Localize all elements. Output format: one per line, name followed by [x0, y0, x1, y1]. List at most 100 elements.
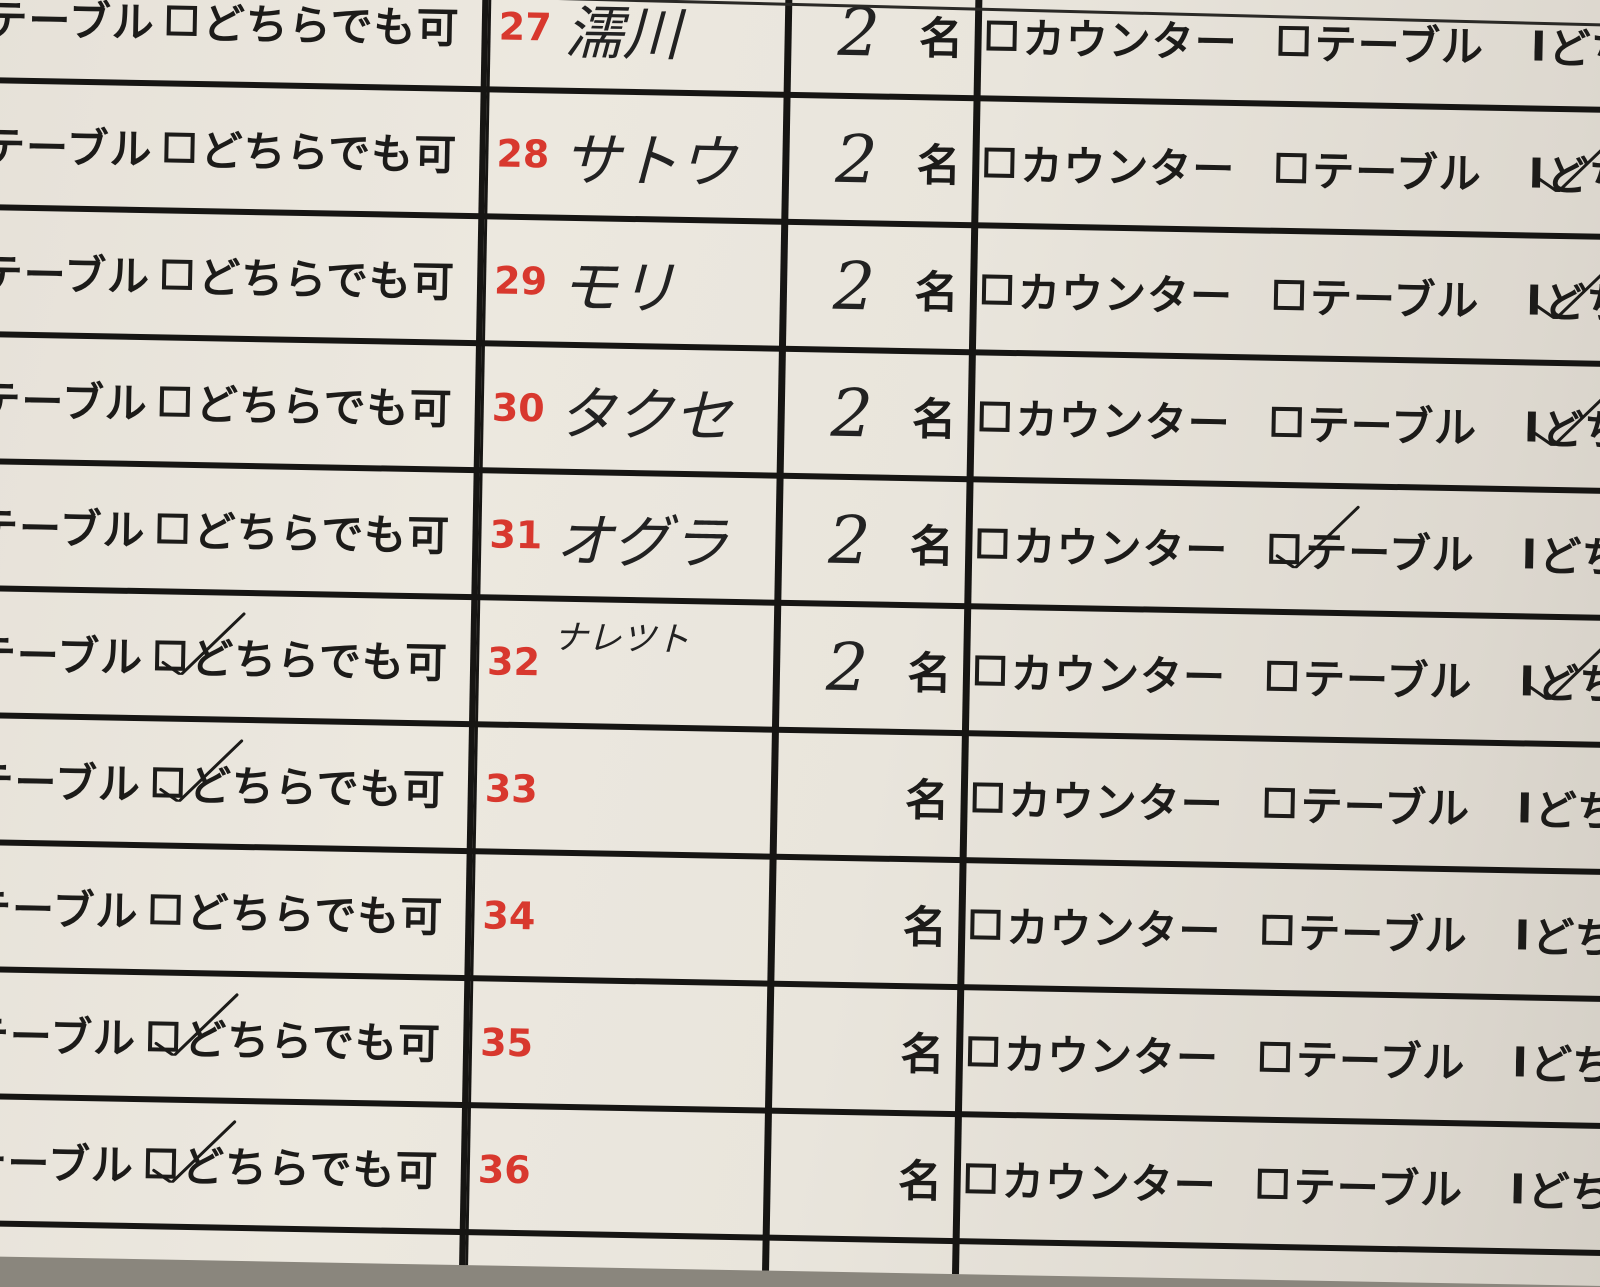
counter-option[interactable]: カウンター	[983, 101, 1255, 227]
party-size[interactable]	[787, 1114, 889, 1237]
either-option[interactable]: どちらでも可	[1517, 873, 1600, 996]
checkbox-icon[interactable]	[1525, 537, 1534, 569]
checkmark-icon	[1534, 383, 1600, 448]
persons-unit: 名	[914, 266, 959, 319]
table-option[interactable]: テーブル	[1275, 107, 1517, 232]
persons-unit: 名	[918, 12, 964, 65]
guest-name[interactable]: オグラ	[554, 475, 766, 600]
checkbox-icon[interactable]	[974, 654, 1006, 686]
checkbox-icon[interactable]	[159, 385, 191, 417]
persons-unit: 名	[900, 1028, 945, 1081]
reservation-number: 31	[489, 511, 543, 557]
guest-name[interactable]	[545, 983, 757, 1108]
table-option[interactable]: テーブル	[1273, 234, 1515, 359]
guest-name[interactable]	[543, 1110, 755, 1235]
either-option[interactable]: どちらでも可	[1520, 746, 1600, 869]
party-size[interactable]: 2	[808, 0, 910, 94]
table-option[interactable]: テーブル	[1271, 361, 1513, 486]
checkbox-icon[interactable]	[1271, 406, 1302, 437]
either-option[interactable]: どちらでも可	[1534, 0, 1600, 108]
checkmark-icon	[1536, 256, 1600, 321]
party-size[interactable]: 2	[803, 225, 905, 348]
checkbox-icon[interactable]	[1278, 25, 1309, 56]
party-size[interactable]	[794, 733, 896, 856]
guest-name[interactable]: モリ	[559, 221, 771, 346]
counter-option[interactable]: カウンター	[967, 990, 1239, 1116]
left-either-option[interactable]: どちらでも可	[149, 848, 451, 974]
party-size[interactable]: 2	[798, 479, 900, 602]
guest-name[interactable]: 濡川	[564, 0, 776, 92]
counter-option[interactable]: カウンター	[972, 736, 1244, 862]
checkbox-icon[interactable]	[981, 273, 1013, 305]
left-either-option[interactable]: どちらでも可	[156, 467, 458, 593]
table-option[interactable]: テーブル	[1259, 996, 1501, 1121]
counter-option[interactable]: カウンター	[981, 228, 1253, 354]
checkbox-icon[interactable]	[1262, 914, 1293, 945]
left-either-option[interactable]: どちらでも可	[159, 340, 461, 466]
party-size[interactable]: 2	[796, 606, 898, 729]
checkbox-icon[interactable]	[161, 258, 193, 290]
left-table-option: テーブル	[0, 0, 156, 48]
checkbox-icon[interactable]	[1266, 660, 1298, 691]
counter-option[interactable]: カウンター	[965, 1117, 1237, 1243]
reservation-number: 27	[498, 4, 553, 49]
reservation-number: 35	[479, 1019, 534, 1065]
checkmark-icon	[161, 612, 246, 676]
left-either-option[interactable]: どちらでも可	[166, 0, 468, 86]
guest-name[interactable]: タクセ	[557, 348, 769, 473]
persons-unit: 名	[897, 1155, 943, 1208]
checkbox-icon[interactable]	[977, 527, 1008, 559]
checkbox-icon[interactable]	[1515, 1045, 1525, 1076]
party-size[interactable]	[789, 987, 891, 1110]
checkbox-icon[interactable]	[1513, 1172, 1522, 1203]
counter-option[interactable]: カウンター	[976, 482, 1248, 608]
checkbox-icon[interactable]	[157, 512, 188, 544]
left-table-option: テーブル	[0, 249, 151, 302]
checkbox-icon[interactable]	[150, 893, 181, 925]
party-size[interactable]	[791, 860, 893, 983]
persons-unit: 名	[911, 393, 957, 446]
guest-name[interactable]	[547, 856, 759, 981]
table-option[interactable]: テーブル	[1264, 742, 1506, 867]
left-table-option: テーブル	[0, 376, 149, 429]
table-option[interactable]: テーブル	[1266, 615, 1508, 740]
checkbox-icon[interactable]	[979, 400, 1011, 432]
reservation-number: 28	[496, 131, 550, 176]
checkbox-icon[interactable]	[1273, 279, 1305, 310]
checkbox-icon[interactable]	[970, 908, 1001, 940]
checkbox-icon[interactable]	[965, 1162, 997, 1194]
table-option[interactable]: テーブル	[1257, 1123, 1499, 1248]
checkbox-icon[interactable]	[1534, 30, 1543, 61]
counter-option[interactable]: カウンター	[979, 355, 1251, 481]
persons-unit: 名	[904, 774, 950, 827]
checkbox-icon[interactable]	[164, 131, 195, 163]
checkbox-icon[interactable]	[986, 19, 1017, 51]
either-option[interactable]: どちらでも可	[1513, 1127, 1600, 1250]
party-size[interactable]: 2	[801, 352, 903, 475]
persons-unit: 名	[907, 647, 952, 700]
guest-name[interactable]: ナレツト	[552, 602, 764, 735]
guest-name[interactable]: サトウ	[561, 94, 773, 219]
checkbox-icon[interactable]	[1276, 152, 1307, 183]
either-option[interactable]: どちらでも可	[1515, 1000, 1600, 1123]
checkbox-icon[interactable]	[1518, 918, 1527, 949]
left-either-option[interactable]: どちらでも可	[161, 213, 463, 339]
left-either-option[interactable]: どちらでも可	[163, 86, 465, 212]
checkbox-icon[interactable]	[967, 1035, 999, 1067]
persons-unit: 名	[902, 901, 948, 954]
checkbox-icon[interactable]	[972, 781, 1004, 813]
checkbox-icon[interactable]	[1257, 1168, 1288, 1199]
counter-option[interactable]: カウンター	[974, 609, 1246, 735]
either-option[interactable]: どちらでも可	[1524, 492, 1600, 615]
checkbox-icon[interactable]	[166, 4, 198, 36]
checkbox-icon[interactable]	[1259, 1041, 1291, 1072]
checkbox-icon[interactable]	[1520, 791, 1529, 823]
counter-option[interactable]: カウンター	[969, 863, 1241, 989]
party-size[interactable]: 2	[805, 98, 907, 221]
left-table-option: テーブル	[0, 503, 146, 556]
table-option[interactable]: テーブル	[1261, 869, 1503, 994]
checkbox-icon[interactable]	[1264, 787, 1295, 818]
checkbox-icon[interactable]	[984, 146, 1015, 178]
reservation-number: 34	[482, 892, 536, 938]
guest-name[interactable]	[550, 729, 762, 854]
